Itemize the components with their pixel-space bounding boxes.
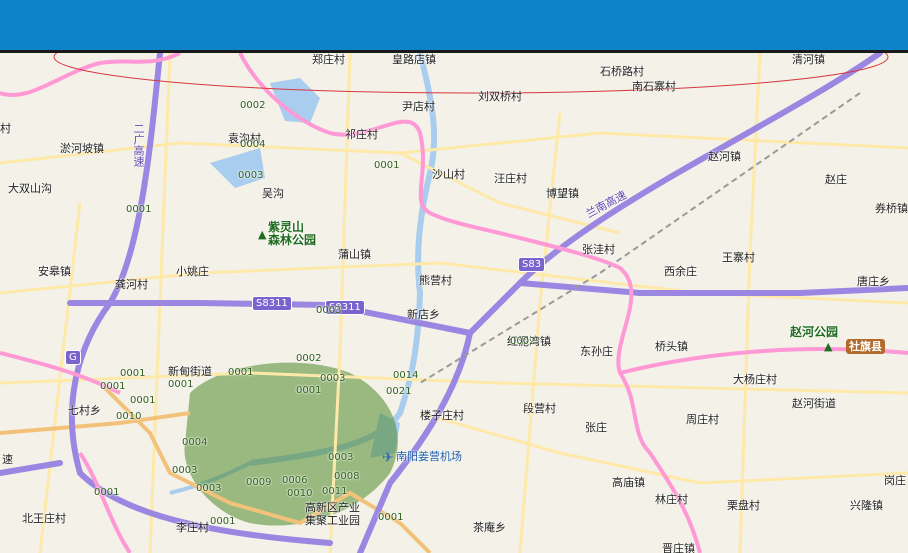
numeric-label: 0004 [182, 437, 208, 448]
numeric-label: 0006 [282, 475, 308, 486]
expressway-shield: S8311 [252, 296, 292, 311]
place-label: 村 [0, 122, 11, 135]
place-label: 祁庄村 [345, 128, 378, 141]
numeric-label: 0001 [296, 385, 322, 396]
numeric-label: 0021 [386, 386, 412, 397]
numeric-label: 0008 [334, 471, 360, 482]
place-label: 吴沟 [262, 187, 284, 200]
place-label: 赵河镇 [708, 150, 741, 163]
numeric-label: 0001 [100, 381, 126, 392]
numeric-label: 0001 [378, 512, 404, 523]
tree-icon: ▲ [824, 340, 833, 353]
highlight-ellipse [53, 53, 889, 94]
place-label: 大杨庄村 [733, 373, 777, 386]
place-label: 东孙庄 [580, 345, 613, 358]
numeric-label: 0003 [196, 483, 222, 494]
numeric-label: 0001 [130, 395, 156, 406]
place-label: 唐庄乡 [857, 275, 890, 288]
place-label: 新店乡 [407, 308, 440, 321]
expressway-shield: G [65, 350, 81, 365]
numeric-label: 0004 [240, 139, 266, 150]
tree-icon: ▲ [258, 228, 267, 241]
numeric-label: 0002 [296, 353, 322, 364]
numeric-label: 0002 [240, 100, 266, 111]
numeric-label: 0003 [238, 170, 264, 181]
numeric-label: 0001 [210, 516, 236, 527]
place-label: 大双山沟 [8, 182, 52, 195]
numeric-label: 0002 [510, 336, 536, 347]
airplane-icon: ✈ [382, 450, 394, 466]
numeric-label: 0001 [168, 379, 194, 390]
place-label: 西余庄 [664, 265, 697, 278]
numeric-label: 0003 [320, 373, 346, 384]
place-label: 茶庵乡 [473, 521, 506, 534]
place-label: 集聚工业园 [305, 514, 360, 527]
place-label: 赵河街道 [792, 397, 836, 410]
place-label: 北王庄村 [22, 512, 66, 525]
numeric-label: 0003 [172, 465, 198, 476]
place-label: 周庄村 [686, 413, 719, 426]
map-view[interactable]: 郑庄村 皇路店镇 石桥路村 清河镇 南石寨村 刘双桥村 尹店村 祁庄村 袁沟村 … [0, 53, 908, 553]
place-label: 段营村 [523, 402, 556, 415]
place-label: 博望镇 [546, 187, 579, 200]
park-label: 森林公园 [268, 233, 317, 247]
numeric-label: 0009 [246, 477, 272, 488]
header-bar [0, 0, 908, 50]
place-label: 郑庄村 [312, 53, 345, 66]
place-label: 刘双桥村 [478, 90, 522, 103]
place-label: 岗庄 [884, 474, 906, 487]
lake-2 [210, 148, 265, 188]
numeric-label: 0014 [393, 370, 419, 381]
numeric-label: 0001 [374, 160, 400, 171]
place-label: 高庙镇 [612, 476, 645, 489]
place-label: 南石寨村 [632, 80, 676, 93]
park-label: 赵河公园 [790, 325, 839, 339]
place-label: 小姚庄 [176, 265, 209, 278]
place-label: 淤河坡镇 [60, 142, 104, 155]
place-label: 兴隆镇 [850, 499, 883, 512]
county-badge: 社旗县 [846, 339, 885, 354]
numeric-label: 0003 [328, 452, 354, 463]
place-label: 新甸街道 [168, 365, 212, 378]
place-label: 蒲山镇 [338, 248, 371, 261]
place-label: 桥头镇 [655, 340, 688, 353]
numeric-label: 0001 [94, 487, 120, 498]
expressway-shield: S83 [518, 257, 546, 272]
expressway-name: 二广高速 [132, 123, 145, 167]
numeric-label: 0010 [116, 411, 142, 422]
numeric-label: 0010 [287, 488, 313, 499]
place-label: 张洼村 [582, 243, 615, 256]
place-label: 沙山村 [432, 168, 465, 181]
place-label: 汪庄村 [494, 172, 527, 185]
place-label: 楼子庄村 [420, 409, 464, 422]
place-label: 速 [2, 453, 13, 466]
place-label: 熊营村 [419, 274, 452, 287]
place-label: 林庄村 [655, 493, 688, 506]
numeric-label: 0001 [228, 367, 254, 378]
place-label: 七村乡 [68, 404, 101, 417]
numeric-label: 0001 [126, 204, 152, 215]
place-label: 赵庄 [825, 173, 847, 186]
airport-label: 南阳姜营机场 [396, 450, 462, 463]
place-label: 石桥路村 [600, 65, 644, 78]
place-label: 王寨村 [722, 251, 755, 264]
place-label: 清河镇 [792, 53, 825, 66]
place-label: 券桥镇 [875, 202, 908, 215]
place-label: 皇路店镇 [392, 53, 436, 66]
place-label: 李庄村 [176, 521, 209, 534]
numeric-label: 0003 [316, 305, 342, 316]
place-label: 张庄 [585, 421, 607, 434]
place-label: 安皋镇 [38, 265, 71, 278]
place-label: 尹店村 [402, 100, 435, 113]
numeric-label: 0011 [322, 486, 348, 497]
place-label: 晋庄镇 [662, 542, 695, 553]
numeric-label: 0001 [120, 368, 146, 379]
place-label: 龚河村 [115, 278, 148, 291]
place-label: 栗盘村 [727, 499, 760, 512]
